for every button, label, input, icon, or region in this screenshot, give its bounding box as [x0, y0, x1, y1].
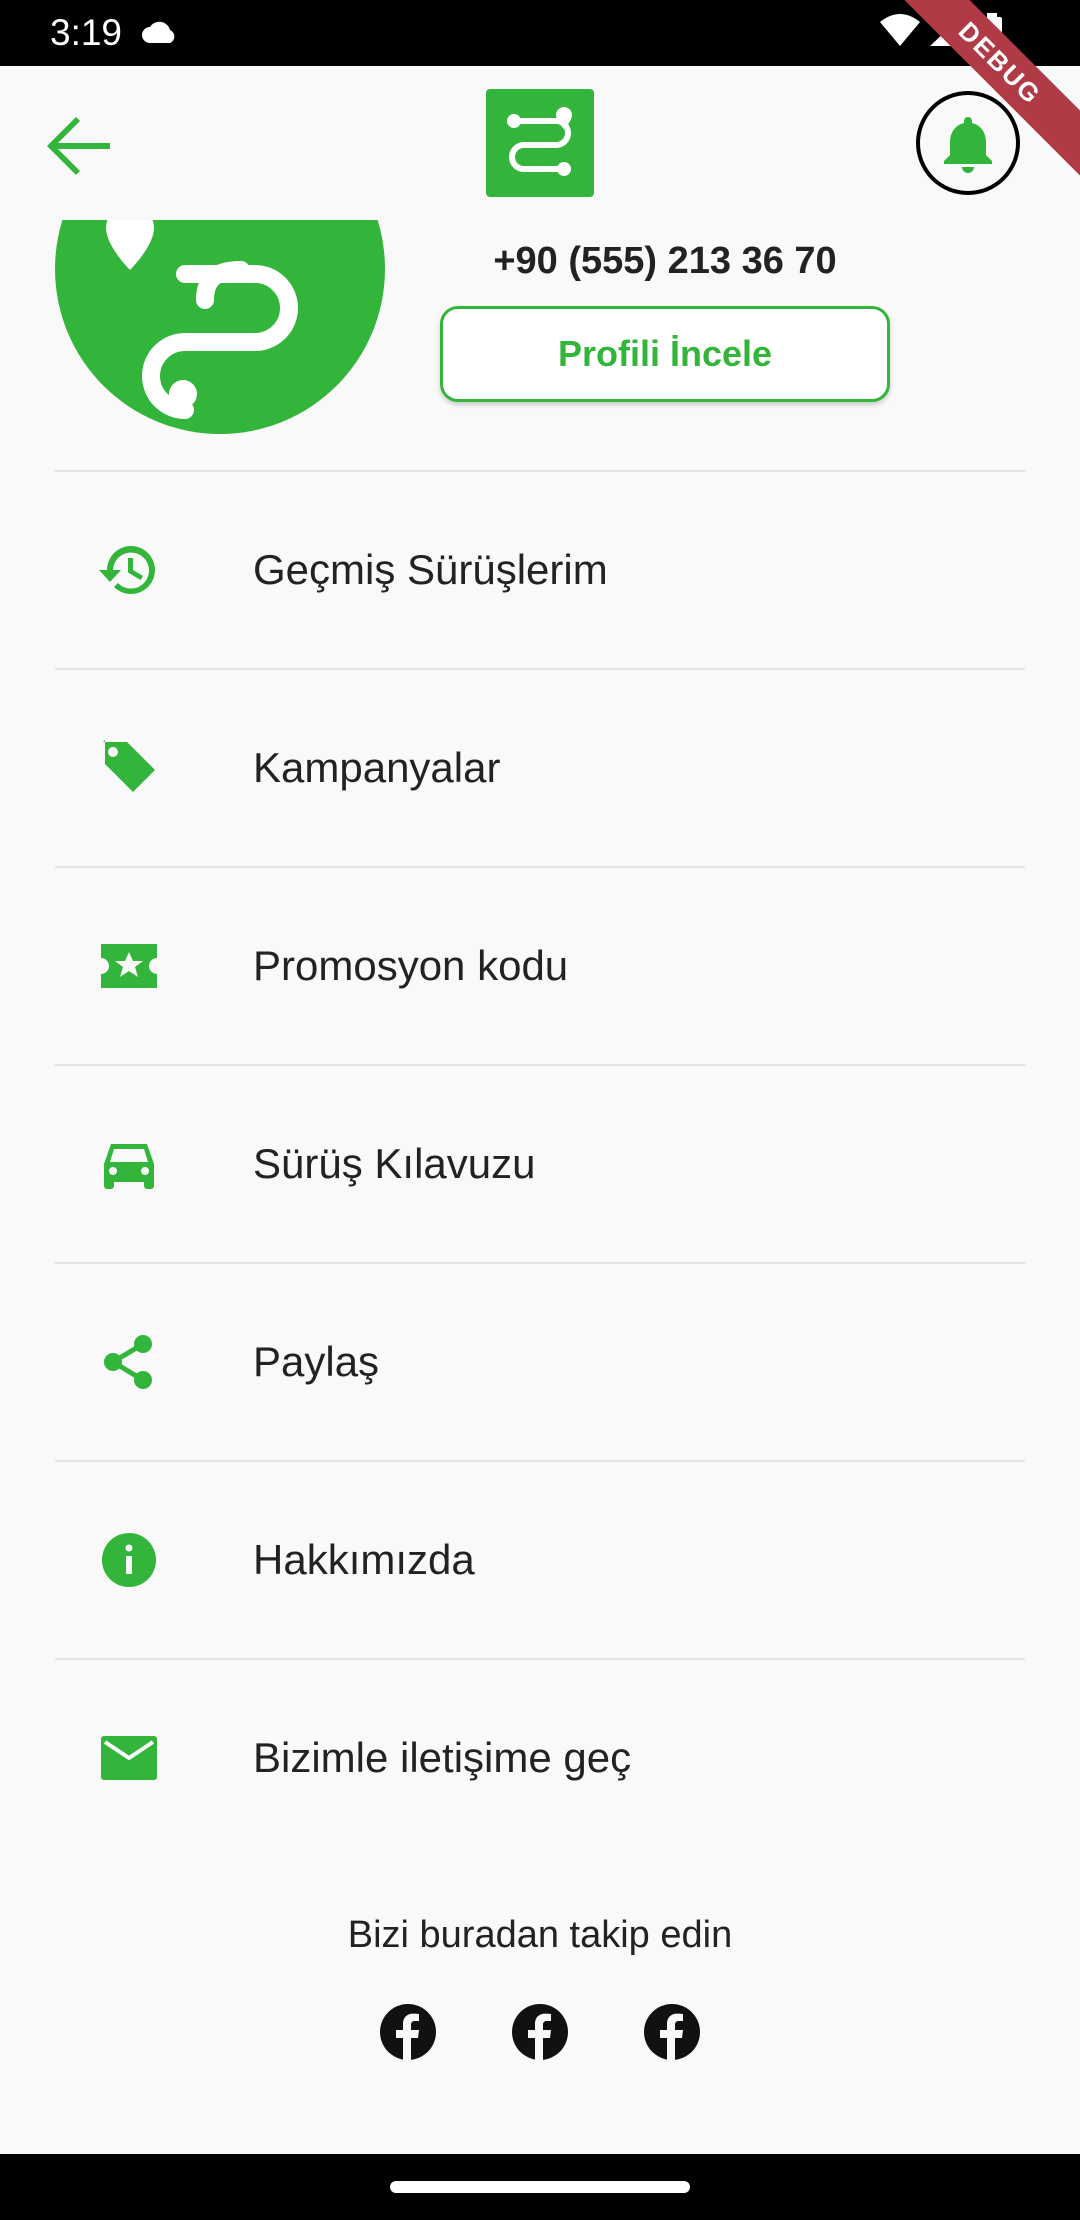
menu-item-label: Bizimle iletişime geç: [253, 1734, 632, 1781]
bell-icon: [944, 117, 992, 173]
menu-item-promo-code[interactable]: Promosyon kodu: [55, 868, 1025, 1064]
cloud-icon: [140, 17, 178, 50]
status-time: 3:19: [50, 12, 123, 53]
car-icon: [99, 1134, 159, 1194]
tag-icon: [99, 738, 159, 798]
route-logo-icon: [507, 107, 572, 176]
menu-item-history[interactable]: Geçmiş Sürüşlerim: [55, 472, 1025, 668]
profile-phone: +90 (555) 213 36 70: [493, 240, 837, 282]
menu-item-label: Paylaş: [253, 1338, 380, 1385]
facebook-icon: [380, 2004, 436, 2060]
menu-item-share[interactable]: Paylaş: [55, 1264, 1025, 1460]
arrow-left-icon: [47, 117, 110, 175]
menu-item-label: Geçmiş Sürüşlerim: [253, 546, 608, 593]
menu-item-about[interactable]: Hakkımızda: [55, 1462, 1025, 1658]
app-bar: [0, 66, 1080, 220]
facebook-icon: [512, 2004, 568, 2060]
facebook-link[interactable]: [642, 2002, 702, 2062]
menu-item-label: Kampanyalar: [253, 744, 501, 791]
notification-button[interactable]: [916, 91, 1020, 195]
mail-icon: [99, 1728, 159, 1788]
home-gesture-handle[interactable]: [390, 2181, 690, 2193]
ticket-star-icon: [99, 936, 159, 996]
history-icon: [99, 540, 159, 600]
app-logo: [486, 89, 594, 197]
back-button[interactable]: [40, 106, 120, 186]
facebook-icon: [644, 2004, 700, 2060]
menu-item-label: Promosyon kodu: [253, 942, 569, 989]
avatar: [55, 220, 385, 434]
profile-section: +90 (555) 213 36 70 Profili İncele: [0, 220, 1080, 470]
menu-item-contact[interactable]: Bizimle iletişime geç: [55, 1660, 1025, 1856]
menu-item-label: Hakkımızda: [253, 1536, 475, 1583]
follow-title: Bizi buradan takip edin: [347, 1914, 733, 1956]
share-icon: [99, 1332, 159, 1392]
review-profile-button[interactable]: Profili İncele: [440, 306, 890, 402]
menu-item-campaigns[interactable]: Kampanyalar: [55, 670, 1025, 866]
facebook-link[interactable]: [510, 2002, 570, 2062]
navigation-bar: [0, 2154, 1080, 2220]
facebook-link[interactable]: [378, 2002, 438, 2062]
wifi-icon: [880, 14, 920, 53]
info-icon: [99, 1530, 159, 1590]
menu-item-label: Sürüş Kılavuzu: [253, 1140, 536, 1187]
route-logo-icon: [106, 220, 325, 434]
menu-item-driving-guide[interactable]: Sürüş Kılavuzu: [55, 1066, 1025, 1262]
